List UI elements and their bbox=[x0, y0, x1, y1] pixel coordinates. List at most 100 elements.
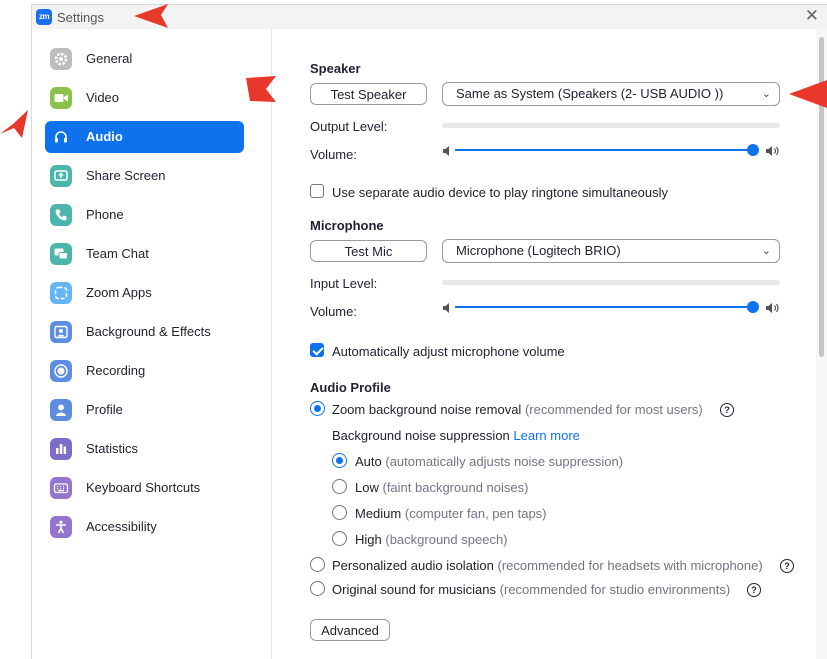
window-title: Settings bbox=[57, 10, 104, 25]
speaker-volume-knob[interactable] bbox=[747, 144, 759, 156]
suppression-low-label: Low (faint background noises) bbox=[355, 480, 528, 495]
sidebar-item-phone[interactable]: Phone bbox=[45, 199, 244, 231]
sidebar-item-keyboard-shortcuts[interactable]: Keyboard Shortcuts bbox=[45, 472, 244, 504]
original-sound-note: (recommended for studio environments) bbox=[499, 582, 731, 597]
zoom-noise-removal-label: Zoom background noise removal (recommend… bbox=[332, 402, 703, 417]
sidebar-item-general[interactable]: General bbox=[45, 43, 244, 75]
advanced-button[interactable]: Advanced bbox=[310, 619, 390, 641]
input-level-meter bbox=[442, 280, 780, 285]
mic-volume-track[interactable] bbox=[455, 306, 753, 308]
sidebar-item-team-chat[interactable]: Team Chat bbox=[45, 238, 244, 270]
test-speaker-button[interactable]: Test Speaker bbox=[310, 83, 427, 105]
speaker-volume-track[interactable] bbox=[455, 149, 753, 151]
sidebar-item-label: General bbox=[86, 51, 133, 66]
sidebar-item-label: Accessibility bbox=[86, 519, 157, 534]
suppression-medium-note: (computer fan, pen taps) bbox=[404, 506, 547, 521]
suppression-auto-label: Auto (automatically adjusts noise suppre… bbox=[355, 454, 623, 469]
sidebar-item-background-effects[interactable]: Background & Effects bbox=[45, 316, 244, 348]
profile-icon bbox=[50, 399, 72, 421]
input-level-label: Input Level: bbox=[310, 276, 378, 291]
zoom-noise-removal-text: Zoom background noise removal bbox=[332, 402, 522, 417]
personalized-isolation-text: Personalized audio isolation bbox=[332, 558, 494, 573]
suppression-medium-radio[interactable] bbox=[332, 505, 347, 520]
sidebar-item-profile[interactable]: Profile bbox=[45, 394, 244, 426]
personalized-isolation-label: Personalized audio isolation (recommende… bbox=[332, 558, 763, 573]
volume-low-icon bbox=[443, 146, 449, 156]
chat-icon bbox=[50, 243, 72, 265]
sidebar-item-label: Zoom Apps bbox=[86, 285, 152, 300]
suppression-high-note: (background speech) bbox=[385, 532, 508, 547]
speaker-device-select[interactable]: Same as System (Speakers (2- USB AUDIO )… bbox=[442, 82, 780, 106]
suppression-low-note: (faint background noises) bbox=[382, 480, 529, 495]
background-icon bbox=[50, 321, 72, 343]
test-mic-button[interactable]: Test Mic bbox=[310, 240, 427, 262]
annotation-arrow-test-speaker bbox=[246, 76, 276, 102]
suppression-medium-label: Medium (computer fan, pen taps) bbox=[355, 506, 547, 521]
mic-volume-label: Volume: bbox=[310, 304, 357, 319]
scrollbar[interactable] bbox=[816, 29, 827, 659]
video-icon bbox=[50, 87, 72, 109]
audio-settings-panel: Speaker Test Speaker Same as System (Spe… bbox=[271, 29, 816, 659]
gear-icon bbox=[50, 48, 72, 70]
settings-window: zm Settings ✕ General Video Audio Share … bbox=[31, 4, 827, 659]
sidebar-item-video[interactable]: Video bbox=[45, 82, 244, 114]
suppression-auto-note: (automatically adjusts noise suppression… bbox=[385, 454, 624, 469]
sidebar-item-audio[interactable]: Audio bbox=[45, 121, 244, 153]
sidebar-item-zoom-apps[interactable]: Zoom Apps bbox=[45, 277, 244, 309]
sidebar-item-accessibility[interactable]: Accessibility bbox=[45, 511, 244, 543]
separate-ringtone-label: Use separate audio device to play ringto… bbox=[332, 185, 669, 200]
original-sound-radio[interactable] bbox=[310, 581, 325, 596]
share-screen-icon bbox=[50, 165, 72, 187]
output-level-label: Output Level: bbox=[310, 119, 388, 134]
speaker-device-value: Same as System (Speakers (2- USB AUDIO )… bbox=[456, 86, 724, 101]
annotation-arrow-title bbox=[134, 4, 168, 28]
output-level-meter bbox=[442, 123, 780, 128]
chevron-down-icon: ⌄ bbox=[761, 245, 771, 257]
help-icon[interactable]: ? bbox=[747, 583, 761, 597]
help-icon[interactable]: ? bbox=[720, 403, 734, 417]
sidebar-item-label: Recording bbox=[86, 363, 146, 378]
audio-profile-heading: Audio Profile bbox=[310, 380, 391, 395]
suppression-high-label: High (background speech) bbox=[355, 532, 508, 547]
zoom-logo: zm bbox=[36, 9, 52, 25]
sidebar-item-statistics[interactable]: Statistics bbox=[45, 433, 244, 465]
sidebar-item-label: Video bbox=[86, 90, 120, 105]
microphone-device-value: Microphone (Logitech BRIO) bbox=[456, 243, 621, 258]
microphone-device-select[interactable]: Microphone (Logitech BRIO) ⌄ bbox=[442, 239, 780, 263]
speaker-volume-label: Volume: bbox=[310, 147, 357, 162]
chevron-down-icon: ⌄ bbox=[761, 88, 771, 100]
suppression-high-radio[interactable] bbox=[332, 531, 347, 546]
sidebar-item-share-screen[interactable]: Share Screen bbox=[45, 160, 244, 192]
suppression-auto-text: Auto bbox=[355, 454, 382, 469]
phone-icon bbox=[50, 204, 72, 226]
keyboard-icon bbox=[50, 477, 72, 499]
zoom-noise-removal-radio[interactable] bbox=[310, 401, 325, 416]
suppression-medium-text: Medium bbox=[355, 506, 402, 521]
mic-volume-knob[interactable] bbox=[747, 301, 759, 313]
separate-ringtone-checkbox[interactable] bbox=[310, 184, 324, 198]
learn-more-link[interactable]: Learn more bbox=[513, 428, 579, 443]
suppression-low-radio[interactable] bbox=[332, 479, 347, 494]
noise-suppression-text: Background noise suppression bbox=[332, 428, 510, 443]
sidebar-item-label: Share Screen bbox=[86, 168, 166, 183]
original-sound-label: Original sound for musicians (recommende… bbox=[332, 582, 730, 597]
speaker-heading: Speaker bbox=[310, 61, 361, 76]
personalized-isolation-radio[interactable] bbox=[310, 557, 325, 572]
volume-low-icon bbox=[443, 303, 449, 313]
record-icon bbox=[50, 360, 72, 382]
auto-adjust-mic-checkbox[interactable] bbox=[310, 343, 324, 357]
headphones-icon bbox=[50, 126, 72, 148]
sidebar-item-recording[interactable]: Recording bbox=[45, 355, 244, 387]
apps-icon bbox=[50, 282, 72, 304]
annotation-arrow-audio bbox=[0, 110, 28, 138]
help-icon[interactable]: ? bbox=[780, 559, 794, 573]
close-icon[interactable]: ✕ bbox=[805, 6, 819, 26]
suppression-high-text: High bbox=[355, 532, 382, 547]
suppression-auto-radio[interactable] bbox=[332, 453, 347, 468]
sidebar: General Video Audio Share Screen Phone T… bbox=[32, 29, 272, 659]
microphone-heading: Microphone bbox=[310, 218, 384, 233]
zoom-noise-removal-note: (recommended for most users) bbox=[524, 402, 703, 417]
accessibility-icon bbox=[50, 516, 72, 538]
sidebar-item-label: Phone bbox=[86, 207, 124, 222]
sidebar-item-label: Profile bbox=[86, 402, 123, 417]
